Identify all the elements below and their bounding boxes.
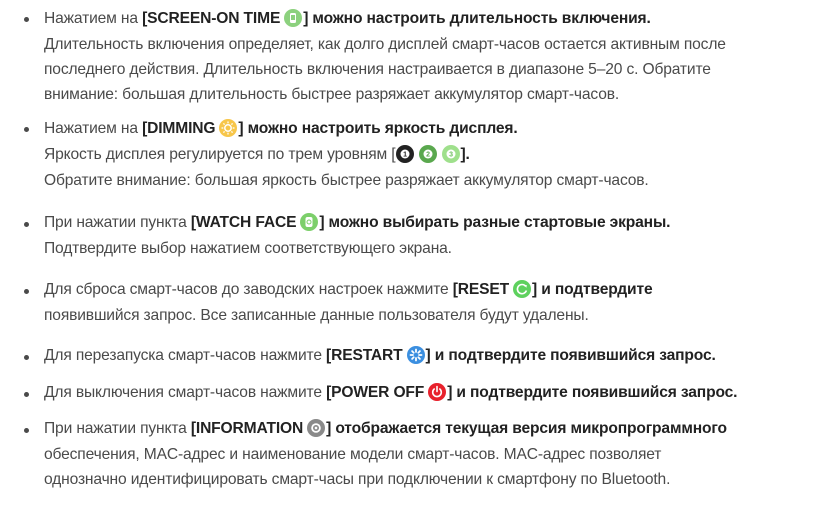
item-line: внимание: большая длительность быстрее р… [44, 86, 620, 103]
item-keyword: RESTART [331, 347, 403, 364]
screen-on-time-icon [284, 9, 303, 27]
item-line: однозначно идентифицировать смарт-часы п… [44, 471, 671, 488]
item-after: ] и подтвердите [532, 281, 653, 298]
bullet [24, 222, 29, 227]
item-line: Обратите внимание: большая яркость быстр… [44, 172, 649, 189]
restart-icon [406, 346, 425, 364]
svg-text:2: 2 [426, 152, 430, 159]
item-prefix: Для выключения смарт-часов нажмите [44, 384, 327, 401]
item-line: обеспечения, MAC-адрес и наименование мо… [44, 446, 662, 463]
item-keyword: WATCH FACE [195, 214, 297, 231]
item-first-line: Для сброса смарт-часов до заводских наст… [44, 280, 653, 298]
item-first-line: Нажатием на [SCREEN-ON TIME ] можно наст… [44, 9, 651, 27]
item-first-line: Нажатием на [DIMMING ] можно настроить я… [44, 119, 518, 137]
item-prefix: Нажатием на [44, 10, 143, 27]
item-keyword: RESET [457, 281, 510, 298]
dimming-sun-icon [219, 119, 238, 137]
item-keyword: INFORMATION [195, 420, 304, 437]
brightness-level-1-icon: 1 [395, 145, 414, 163]
brightness-level-2-icon: 2 [418, 145, 437, 163]
power-off-icon [428, 383, 447, 401]
item-after: ] можно настроить длительность включения… [303, 10, 651, 27]
item-line: последнего действия. Длительность включе… [44, 61, 711, 78]
document-page: Нажатием на [SCREEN-ON TIME ] можно наст… [0, 0, 831, 510]
brightness-level-3-icon: 3 [441, 145, 460, 163]
reset-icon [513, 280, 532, 298]
item-first-line: При нажатии пункта [INFORMATION ] отобра… [44, 419, 727, 437]
item-first-line: Для перезапуска смарт-часов нажмите [RES… [44, 346, 716, 364]
item-after: ] можно выбирать разные стартовые экраны… [319, 214, 671, 231]
item-after: ] и подтвердите появившийся запрос. [447, 384, 738, 401]
bullet [24, 127, 29, 132]
bullet [24, 289, 29, 294]
bullet [24, 17, 29, 22]
item-keyword: DIMMING [147, 120, 216, 137]
item-line: Длительность включения определяет, как д… [44, 36, 726, 53]
item-keyword: SCREEN-ON TIME [147, 10, 281, 27]
item-after: ] можно настроить яркость дисплея. [238, 120, 518, 137]
item-prefix: При нажатии пункта [44, 214, 191, 231]
item-prefix: Нажатием на [44, 120, 143, 137]
watch-face-icon [300, 213, 319, 231]
item-first-line: Для выключения смарт-часов нажмите [POWE… [44, 383, 738, 401]
item-prefix: Для сброса смарт-часов до заводских наст… [44, 281, 453, 298]
item-prefix: Яркость дисплея регулируется по трем уро… [44, 146, 396, 163]
item-prefix: Для перезапуска смарт-часов нажмите [44, 347, 327, 364]
svg-text:1: 1 [403, 152, 407, 159]
item-keyword: POWER OFF [331, 384, 425, 401]
bullet [24, 392, 29, 397]
item-prefix: При нажатии пункта [44, 420, 191, 437]
information-icon [307, 419, 326, 437]
bullet [24, 428, 29, 433]
item-after: ] и подтвердите появившийся запрос. [425, 347, 716, 364]
item-after: ]. [460, 146, 470, 163]
item-first-line: При нажатии пункта [WATCH FACE ] можно в… [44, 213, 671, 231]
item-line: появившийся запрос. Все записанные данны… [44, 307, 589, 324]
bullet [24, 355, 29, 360]
item-line: Подтвердите выбор нажатием соответствующ… [44, 240, 452, 257]
item-after: ] отображается текущая версия микропрогр… [326, 420, 727, 437]
brightness-levels-line: Яркость дисплея регулируется по трем уро… [44, 145, 470, 165]
svg-text:3: 3 [449, 152, 453, 159]
